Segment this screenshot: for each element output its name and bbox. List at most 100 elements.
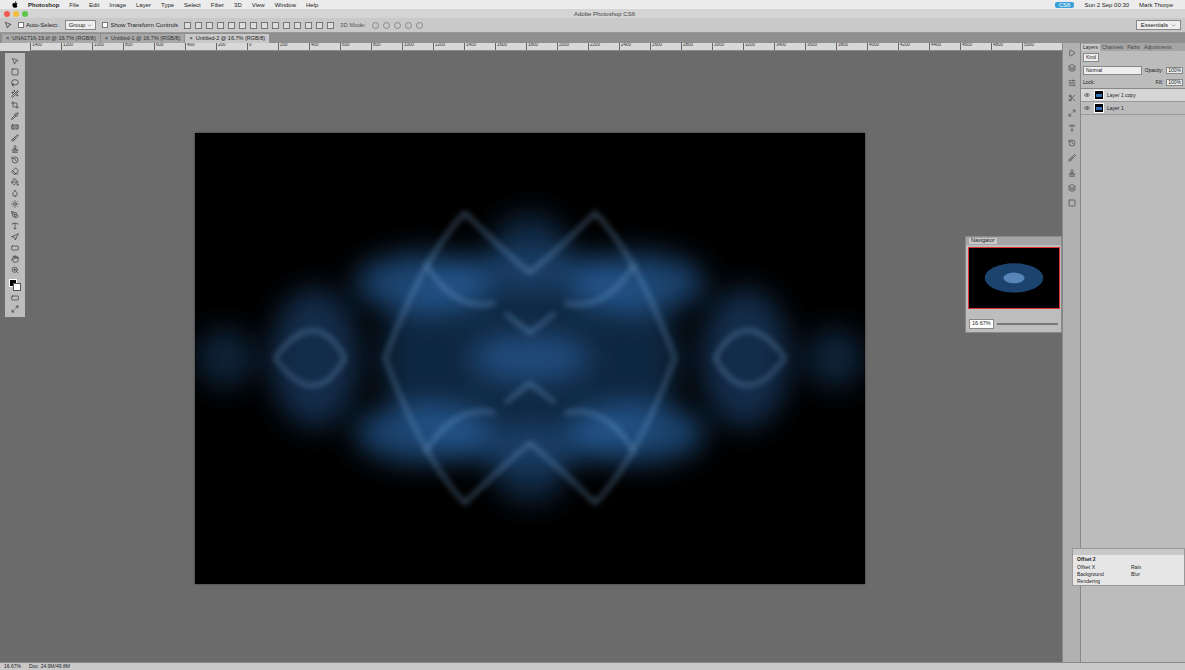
align-button-icon[interactable] <box>195 22 202 29</box>
tool-icon[interactable] <box>11 79 19 87</box>
workspace-dropdown[interactable]: Essentials <box>1136 20 1181 30</box>
checkbox[interactable] <box>18 22 24 28</box>
tab-close-button[interactable]: × <box>105 36 108 42</box>
effect-row[interactable]: Offset XRain <box>1073 564 1184 571</box>
tool-icon[interactable] <box>11 145 19 153</box>
visibility-eye-icon[interactable] <box>1084 105 1090 111</box>
3d-tool-icon[interactable] <box>394 22 401 29</box>
align-button-icon[interactable] <box>261 22 268 29</box>
align-button-icon[interactable] <box>250 22 257 29</box>
panel-icon[interactable] <box>1068 184 1076 192</box>
tool-icon[interactable] <box>11 233 19 241</box>
blend-mode-dropdown[interactable]: Normal <box>1083 66 1142 75</box>
menu-item[interactable]: Type <box>161 2 174 8</box>
navigator-preview[interactable] <box>968 247 1060 309</box>
panel-icon[interactable] <box>1068 124 1076 132</box>
panel-icon[interactable] <box>1068 94 1076 102</box>
zoom-slider[interactable] <box>997 323 1058 325</box>
panel-icon[interactable] <box>1068 199 1076 207</box>
layer-row[interactable]: Layer 1 <box>1081 102 1185 115</box>
3d-tool-icon[interactable] <box>405 22 412 29</box>
tool-icon[interactable] <box>11 90 19 98</box>
panel-icon[interactable] <box>1068 169 1076 177</box>
panel-icon[interactable] <box>1068 79 1076 87</box>
tool-icon[interactable] <box>11 255 19 263</box>
menu-item[interactable]: Window <box>275 2 296 8</box>
background-color-swatch[interactable] <box>13 283 21 291</box>
tool-icon[interactable] <box>11 156 19 164</box>
tool-icon[interactable] <box>11 134 19 142</box>
menu-item[interactable]: File <box>69 2 79 8</box>
apple-logo-icon[interactable] <box>12 1 18 8</box>
tool-icon[interactable] <box>11 101 19 109</box>
layer-row[interactable]: Layer 1 copy <box>1081 89 1185 102</box>
align-button-icon[interactable] <box>228 22 235 29</box>
align-button-icon[interactable] <box>327 22 334 29</box>
move-tool-icon[interactable] <box>4 21 12 29</box>
minimize-button[interactable] <box>13 11 19 17</box>
fill-field[interactable]: 100% <box>1166 79 1183 86</box>
3d-tool-icon[interactable] <box>372 22 379 29</box>
close-button[interactable] <box>4 11 10 17</box>
navigator-tab[interactable]: Navigator <box>969 238 997 244</box>
document-tab[interactable]: ×UNA1716-19.tif @ 16.7% (RGB/8) <box>2 34 100 43</box>
quick-mask-icon[interactable] <box>11 294 19 302</box>
screen-mode-icon[interactable] <box>11 305 19 313</box>
menu-item[interactable]: Filter <box>211 2 224 8</box>
menu-item[interactable]: Edit <box>89 2 99 8</box>
panel-tab[interactable]: Channels <box>1100 44 1125 51</box>
menu-item[interactable]: Help <box>306 2 318 8</box>
canvas[interactable] <box>195 133 865 584</box>
tool-icon[interactable] <box>11 244 19 252</box>
effect-row[interactable]: BackgroundBlur <box>1073 571 1184 578</box>
target-dropdown[interactable]: Group <box>65 20 97 30</box>
menu-item[interactable]: View <box>252 2 265 8</box>
menu-item[interactable]: Photoshop <box>28 2 59 8</box>
tool-icon[interactable] <box>11 178 19 186</box>
menu-item[interactable]: Image <box>109 2 126 8</box>
tool-icon[interactable] <box>11 112 19 120</box>
align-button-icon[interactable] <box>283 22 290 29</box>
panel-tab[interactable]: Paths <box>1125 44 1142 51</box>
3d-tool-icon[interactable] <box>383 22 390 29</box>
filter-dropdown[interactable]: Kind <box>1083 53 1099 62</box>
tool-icon[interactable] <box>11 167 19 175</box>
tool-icon[interactable] <box>11 189 19 197</box>
3d-tool-icon[interactable] <box>416 22 423 29</box>
align-button-icon[interactable] <box>217 22 224 29</box>
tool-icon[interactable] <box>11 211 19 219</box>
align-button-icon[interactable] <box>239 22 246 29</box>
tab-close-button[interactable]: × <box>6 36 9 42</box>
panel-icon[interactable] <box>1068 64 1076 72</box>
align-button-icon[interactable] <box>294 22 301 29</box>
menu-item[interactable]: 3D <box>234 2 242 8</box>
panel-icon[interactable] <box>1068 139 1076 147</box>
status-zoom[interactable]: 16.67% <box>4 664 21 669</box>
tool-icon[interactable] <box>11 57 19 65</box>
panel-icon[interactable] <box>1068 49 1076 57</box>
tool-icon[interactable] <box>11 68 19 76</box>
tool-icon[interactable] <box>11 200 19 208</box>
align-button-icon[interactable] <box>206 22 213 29</box>
document-tab[interactable]: ×Untitled-1 @ 16.7% (RGB/8) <box>101 34 185 43</box>
clock[interactable]: Sun 2 Sep 00:30 <box>1084 2 1129 8</box>
effect-row[interactable]: Rendering <box>1073 578 1184 585</box>
tool-icon[interactable] <box>11 222 19 230</box>
tab-close-button[interactable]: × <box>189 36 192 42</box>
menu-item[interactable]: Layer <box>136 2 151 8</box>
tool-icon[interactable] <box>11 123 19 131</box>
panel-tab[interactable]: Layers <box>1081 44 1100 51</box>
align-button-icon[interactable] <box>305 22 312 29</box>
panel-icon[interactable] <box>1068 154 1076 162</box>
checkbox[interactable] <box>102 22 108 28</box>
document-tab[interactable]: ×Untitled-2 @ 16.7% (RGB/8) <box>185 34 269 43</box>
user-name[interactable]: Mark Thorpe <box>1139 2 1173 8</box>
align-button-icon[interactable] <box>316 22 323 29</box>
menu-item[interactable]: Select <box>184 2 201 8</box>
tool-icon[interactable] <box>11 266 19 274</box>
opacity-field[interactable]: 100% <box>1166 67 1183 74</box>
panel-icon[interactable] <box>1068 109 1076 117</box>
zoom-button[interactable] <box>22 11 28 17</box>
align-button-icon[interactable] <box>272 22 279 29</box>
panel-tab[interactable]: Adjustments <box>1142 44 1174 51</box>
